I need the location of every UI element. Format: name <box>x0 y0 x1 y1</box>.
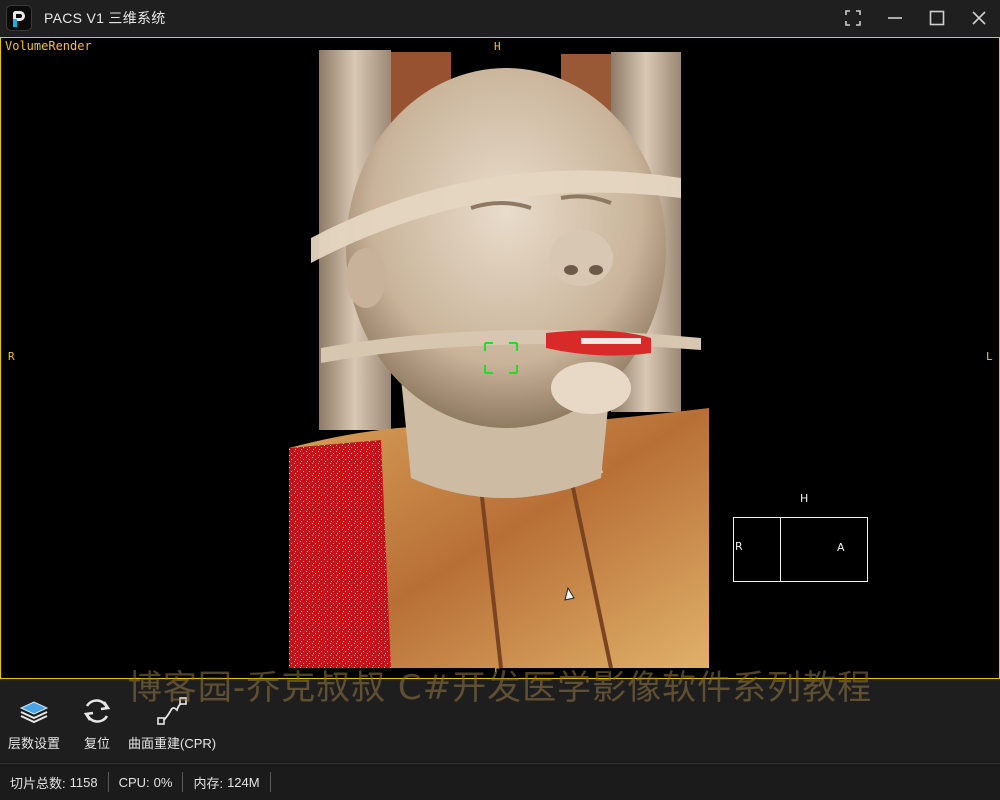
fullscreen-button[interactable] <box>832 0 874 36</box>
orientation-cube: H R A <box>731 490 871 585</box>
layers-icon <box>19 701 49 724</box>
volume-rendering-image <box>289 50 709 668</box>
cpu-value: 0% <box>153 774 173 790</box>
maximize-icon <box>929 10 945 26</box>
maximize-button[interactable] <box>916 0 958 36</box>
status-slices: 切片总数: 1158 <box>0 772 109 792</box>
curve-path-icon <box>157 697 187 725</box>
cpu-label: CPU: <box>118 774 150 790</box>
fullscreen-icon <box>845 10 861 26</box>
refresh-icon <box>83 699 111 723</box>
orientation-right: L <box>986 350 993 363</box>
cube-label-right: A <box>837 541 845 554</box>
status-memory: 内存: 124M <box>183 772 271 792</box>
title-bar: PACS V1 三维系统 <box>0 0 1000 36</box>
minimize-button[interactable] <box>874 0 916 36</box>
slices-label: 切片总数: <box>10 775 66 791</box>
close-icon <box>972 11 986 25</box>
status-bar: 切片总数: 1158 CPU: 0% 内存: 124M <box>0 764 1000 800</box>
window-controls <box>832 0 1000 36</box>
layer-settings-label: 层数设置 <box>8 736 61 751</box>
volume-render-viewport[interactable]: VolumeRender H F R L H R A <box>0 37 1000 679</box>
window-title: PACS V1 三维系统 <box>44 10 166 26</box>
orientation-left: R <box>8 350 15 363</box>
cube-label-top: H <box>800 492 809 505</box>
reset-button[interactable]: 复位 <box>80 694 114 752</box>
cpr-button[interactable]: 曲面重建(CPR) <box>128 694 216 752</box>
cpr-label: 曲面重建(CPR) <box>128 736 217 751</box>
reset-label: 复位 <box>83 736 110 751</box>
layer-settings-button[interactable]: 层数设置 <box>8 694 60 752</box>
memory-value: 124M <box>227 774 260 790</box>
memory-label: 内存: <box>193 775 224 791</box>
app-logo <box>6 5 32 31</box>
cube-label-left: R <box>735 540 743 553</box>
toolbar: 层数设置 复位 曲面重建(CPR) <box>0 680 1000 764</box>
close-button[interactable] <box>958 0 1000 36</box>
viewport-label: VolumeRender <box>5 39 92 53</box>
minimize-icon <box>888 17 902 19</box>
slices-value: 1158 <box>69 774 98 790</box>
status-cpu: CPU: 0% <box>109 772 184 792</box>
